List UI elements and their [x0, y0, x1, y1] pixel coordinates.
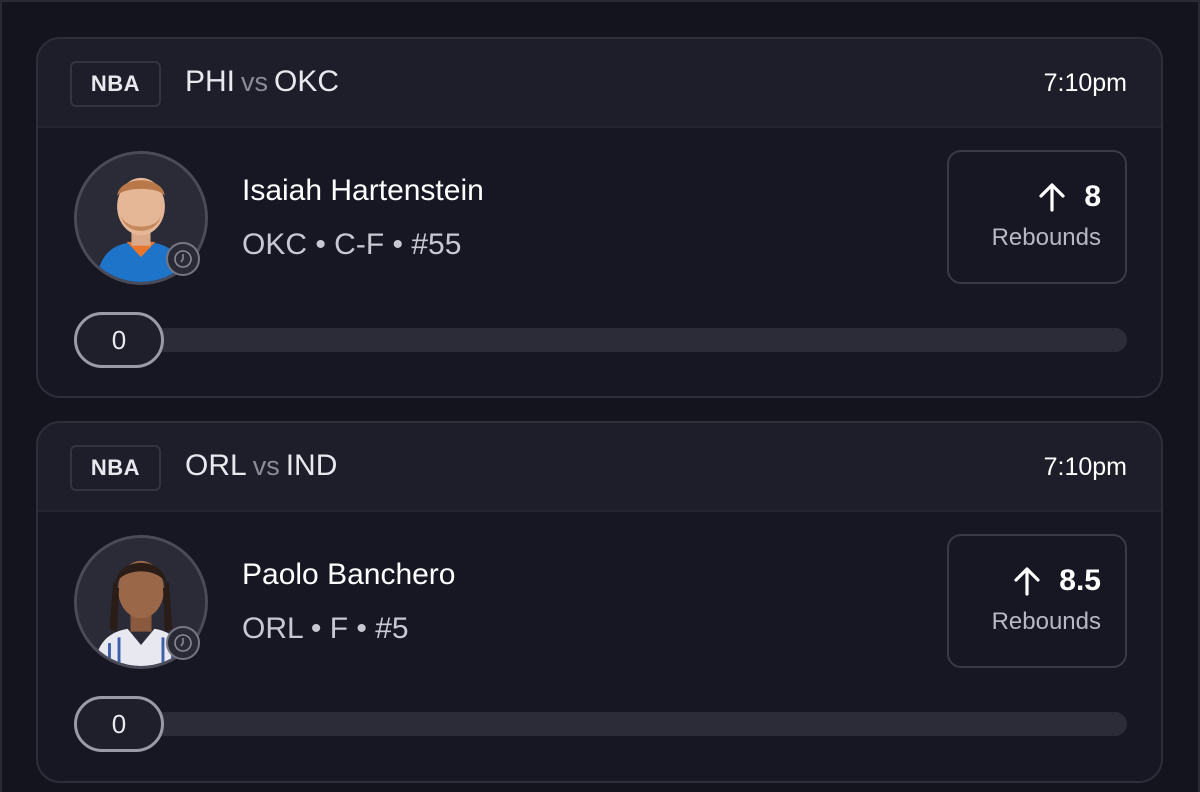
arrow-up-icon — [1014, 567, 1040, 596]
player-meta: ORL • F • #5 — [242, 612, 409, 645]
stat-value: 8 — [1084, 180, 1101, 213]
player-name: Paolo Banchero — [242, 558, 456, 591]
matchup: ORL vs IND — [185, 449, 337, 483]
home-team: ORL — [185, 449, 247, 482]
vs-label: vs — [252, 451, 280, 481]
matchup: PHI vs OKC — [185, 65, 339, 99]
player-name: Isaiah Hartenstein — [242, 174, 484, 207]
game-time: 7:10pm — [1043, 453, 1127, 481]
stat-value: 8.5 — [1059, 564, 1101, 597]
progress-track — [74, 328, 1127, 352]
home-team: PHI — [185, 65, 236, 98]
stat-line-button[interactable]: 8 Rebounds — [947, 150, 1127, 284]
progress-value: 0 — [74, 696, 164, 752]
clock-icon — [166, 242, 200, 276]
league-badge: NBA — [70, 61, 161, 107]
clock-icon — [166, 626, 200, 660]
vs-label: vs — [241, 67, 269, 97]
player-meta: OKC • C-F • #55 — [242, 228, 462, 261]
prop-card[interactable]: NBA ORL vs IND 7:10pm Paolo Banchero ORL •… — [36, 421, 1163, 783]
league-badge: NBA — [70, 445, 161, 491]
progress-track — [74, 712, 1127, 736]
stat-line-button[interactable]: 8.5 Rebounds — [947, 534, 1127, 668]
game-header: NBA PHI vs OKC 7:10pm — [38, 39, 1161, 128]
away-team: OKC — [274, 65, 340, 98]
stat-label: Rebounds — [991, 608, 1101, 635]
away-team: IND — [285, 449, 338, 482]
arrow-up-icon — [1039, 183, 1065, 212]
prop-card[interactable]: NBA PHI vs OKC 7:10pm Isaiah Hartenstein O… — [36, 37, 1163, 398]
game-header: NBA ORL vs IND 7:10pm — [38, 423, 1161, 512]
progress-value: 0 — [74, 312, 164, 368]
game-time: 7:10pm — [1043, 69, 1127, 97]
stat-label: Rebounds — [991, 224, 1101, 251]
